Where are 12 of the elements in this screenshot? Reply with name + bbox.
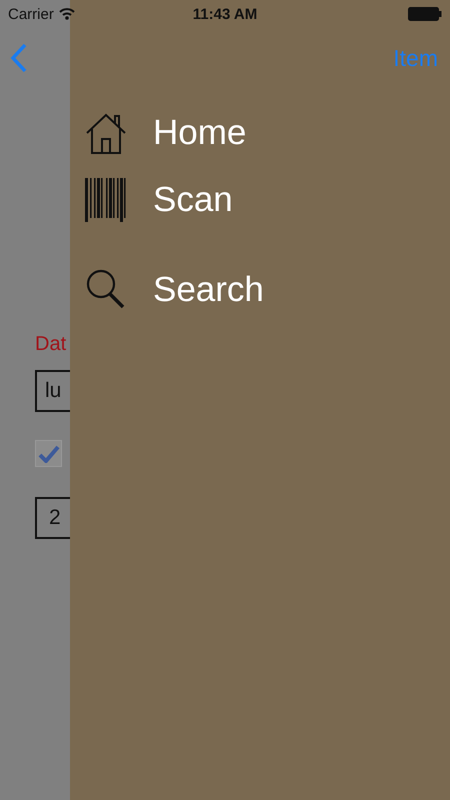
checkmark-icon (38, 444, 60, 462)
menu-item[interactable]: Home (85, 108, 450, 158)
form-label: Dat (35, 333, 66, 356)
carrier-label: Carrier (8, 6, 54, 22)
battery-icon (408, 7, 442, 21)
menu-item[interactable]: Scan (85, 175, 450, 225)
wifi-icon (58, 8, 75, 20)
menu-item[interactable]: Search (85, 265, 450, 315)
status-time: 11:43 AM (192, 6, 258, 22)
checkbox[interactable] (35, 440, 62, 467)
home-icon (85, 111, 127, 155)
barcode-icon (85, 178, 127, 222)
